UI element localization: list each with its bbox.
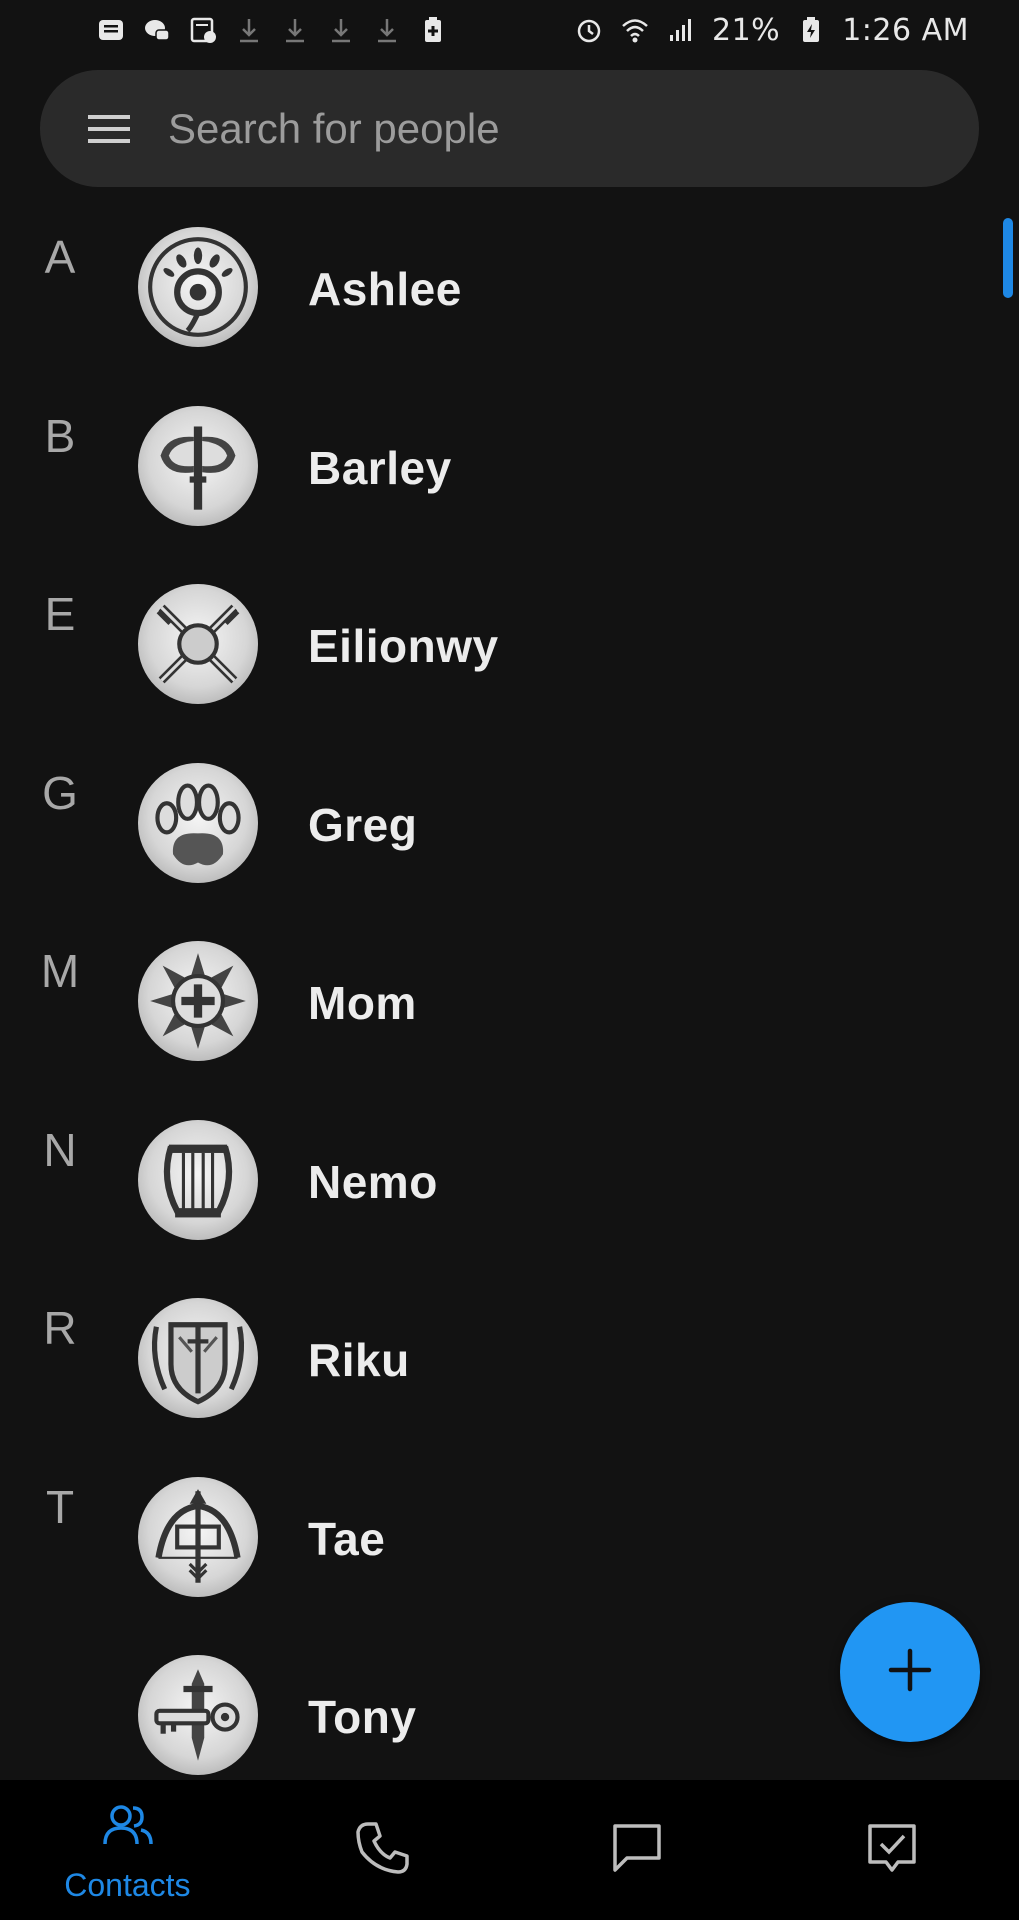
- download-icon: [372, 15, 402, 45]
- alarm-icon: [574, 15, 604, 45]
- contact-name[interactable]: Riku: [308, 1333, 410, 1387]
- nav-tasks[interactable]: [764, 1780, 1019, 1920]
- status-bar: 21% 1:26 AM: [0, 0, 1019, 60]
- download-icon: [326, 15, 356, 45]
- bow-arrow-icon[interactable]: [138, 1476, 258, 1597]
- wifi-icon: [620, 15, 650, 45]
- battery-plus-icon: [418, 15, 448, 45]
- bottom-navigation: Contacts: [0, 1780, 1019, 1920]
- status-left: [96, 15, 448, 45]
- contact-row[interactable]: T Tae: [0, 1450, 1019, 1629]
- contact-name[interactable]: Ashlee: [308, 262, 462, 316]
- contact-row[interactable]: E Eilionwy: [0, 557, 1019, 736]
- section-letter: T: [45, 1480, 75, 1533]
- search-bar[interactable]: [40, 70, 979, 187]
- nav-messages[interactable]: [510, 1780, 765, 1920]
- contact-row[interactable]: B Barley: [0, 379, 1019, 558]
- battery-percent: 21%: [712, 12, 781, 48]
- chat-icon: [607, 1818, 667, 1883]
- phone-icon: [352, 1818, 412, 1883]
- contact-row[interactable]: G Greg: [0, 736, 1019, 915]
- message-icon: [96, 15, 126, 45]
- paw-print-icon[interactable]: [138, 762, 258, 883]
- download-icon: [280, 15, 310, 45]
- add-contact-button[interactable]: [840, 1602, 980, 1742]
- section-letter: M: [40, 945, 80, 997]
- status-right: 21% 1:26 AM: [574, 13, 969, 48]
- section-letter: N: [43, 1123, 77, 1176]
- contact-name[interactable]: Eilionwy: [308, 619, 499, 673]
- contact-name[interactable]: Nemo: [308, 1155, 438, 1209]
- contact-row[interactable]: A Ashlee: [0, 200, 1019, 379]
- task-check-icon: [862, 1818, 922, 1883]
- section-letter: R: [43, 1302, 77, 1354]
- cross-compass-icon[interactable]: [138, 941, 258, 1061]
- clock: 1:26 AM: [842, 12, 969, 48]
- people-icon: [97, 1796, 157, 1861]
- search-input[interactable]: [168, 104, 868, 153]
- plus-icon: [885, 1645, 935, 1700]
- nav-contacts-label: Contacts: [64, 1867, 191, 1903]
- news-alert-icon: [188, 15, 218, 45]
- download-icon: [234, 15, 264, 45]
- crossed-swords-shield-icon[interactable]: [138, 584, 258, 704]
- hamburger-menu-icon[interactable]: [86, 106, 132, 152]
- cloud-chat-icon: [142, 15, 172, 45]
- section-letter: A: [44, 231, 76, 283]
- eye-crest-icon[interactable]: [138, 227, 258, 347]
- scroll-indicator[interactable]: [1003, 218, 1013, 298]
- battle-axe-icon[interactable]: [138, 405, 258, 526]
- winged-shield-sword-icon[interactable]: [138, 1298, 258, 1418]
- nav-calls[interactable]: [255, 1780, 510, 1920]
- contact-name[interactable]: Tony: [308, 1690, 416, 1744]
- section-letter: G: [42, 766, 78, 819]
- contact-name[interactable]: Mom: [308, 976, 417, 1030]
- signal-icon: [666, 15, 696, 45]
- section-letter: B: [44, 409, 76, 462]
- dagger-key-icon[interactable]: [138, 1655, 258, 1775]
- contact-row[interactable]: R Riku: [0, 1271, 1019, 1450]
- contact-row[interactable]: M Mom: [0, 914, 1019, 1093]
- lyre-icon[interactable]: [138, 1119, 258, 1240]
- contact-list: A Ashlee B Barley E Eilionwy G Greg M Mo…: [0, 200, 1019, 1780]
- contact-name[interactable]: Barley: [308, 441, 452, 495]
- section-letter: E: [44, 588, 76, 640]
- nav-contacts[interactable]: Contacts: [0, 1780, 255, 1920]
- contact-name[interactable]: Tae: [308, 1512, 385, 1566]
- contact-row[interactable]: N Nemo: [0, 1093, 1019, 1272]
- battery-charging-icon: [796, 15, 826, 45]
- contact-name[interactable]: Greg: [308, 798, 417, 852]
